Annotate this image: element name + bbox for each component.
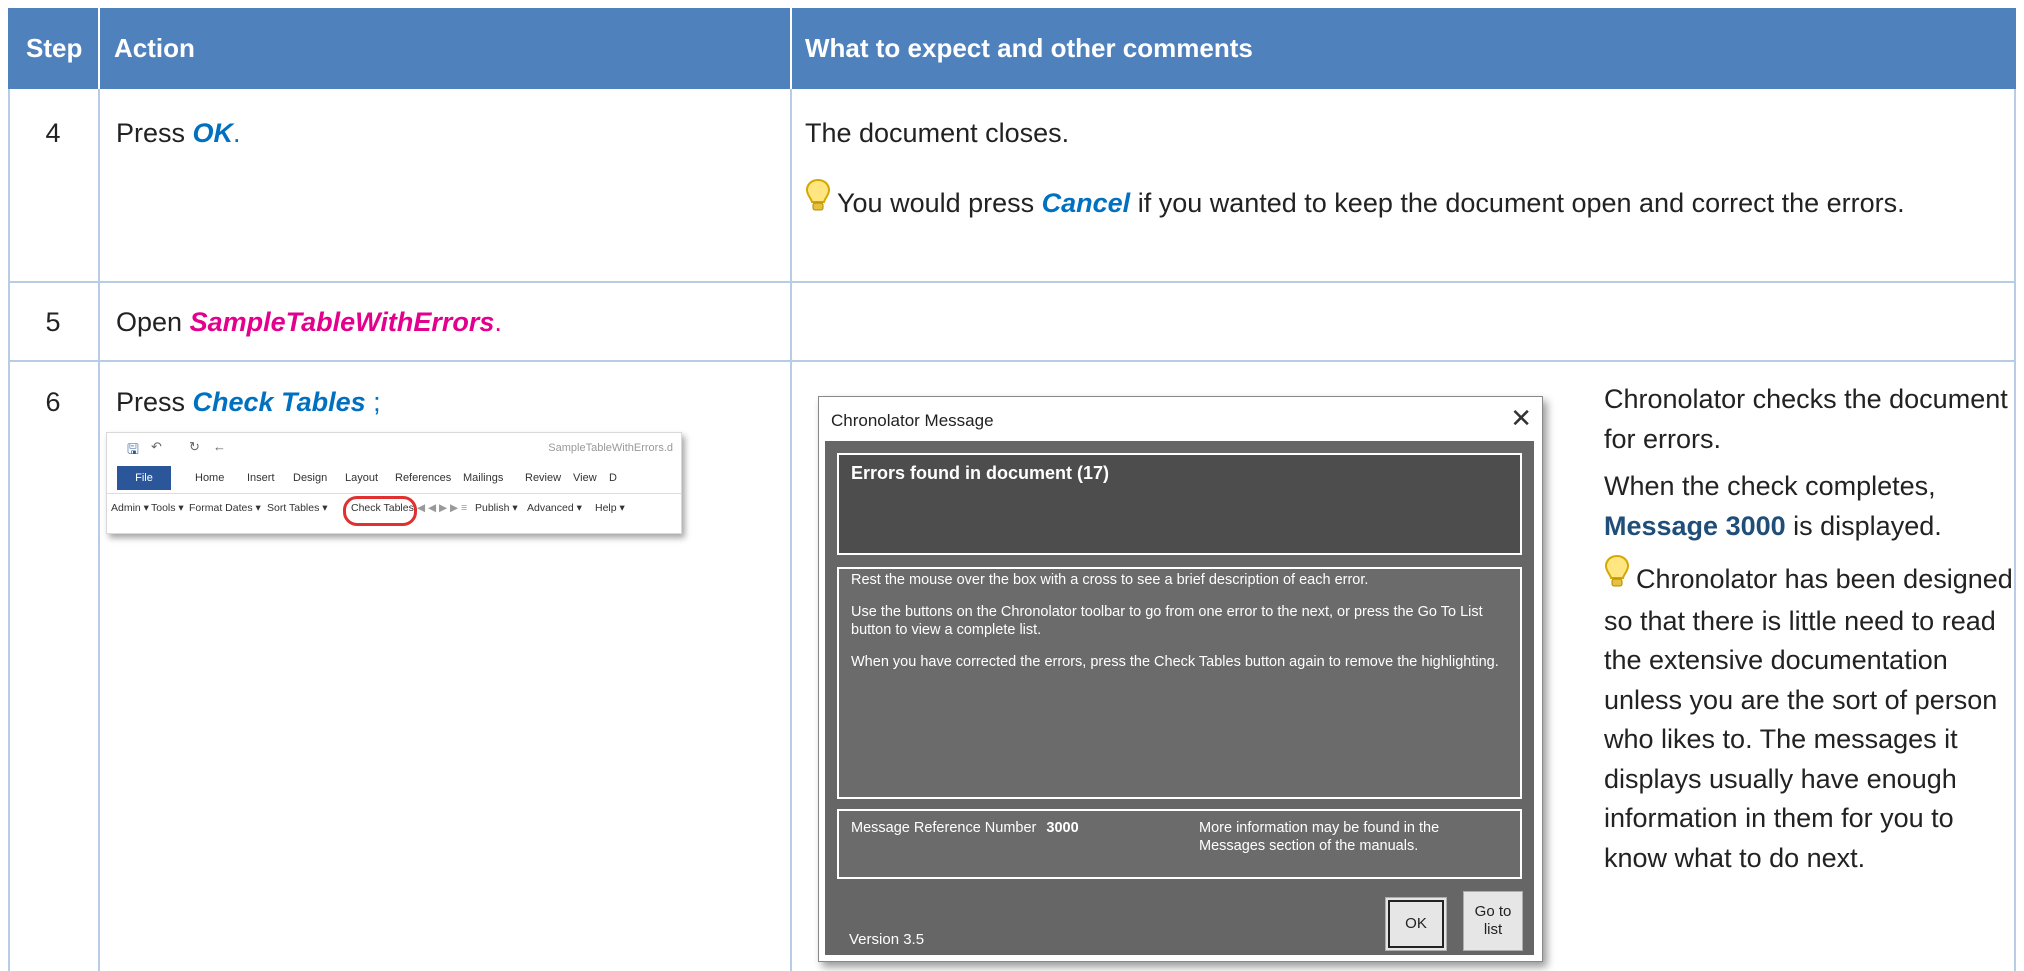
toolbar-help: Help ▾ bbox=[595, 502, 625, 514]
action-text: Press OK. bbox=[116, 118, 241, 148]
ok-button[interactable]: OK bbox=[1385, 897, 1447, 951]
message-paragraph: Use the buttons on the Chronolator toolb… bbox=[851, 604, 1483, 638]
step-number: 6 bbox=[45, 387, 61, 417]
tab-design: Design bbox=[293, 472, 328, 484]
error-heading: Errors found in document (17) bbox=[851, 463, 1110, 483]
highlight-circle bbox=[343, 496, 417, 526]
side-paragraph: Chronolator checks the document for erro… bbox=[1604, 384, 2008, 454]
tab-view: View bbox=[573, 472, 597, 484]
message-3000-emphasis: Message 3000 bbox=[1604, 510, 1786, 541]
redo-icon: ↻ bbox=[189, 439, 200, 454]
side-comment: Chronolator checks the document for erro… bbox=[1604, 380, 2014, 886]
column-divider bbox=[98, 89, 100, 971]
action-text: Press Check Tables ; bbox=[116, 387, 381, 417]
dialog-body: Errors found in document (17) Rest the m… bbox=[825, 441, 1534, 955]
row-divider bbox=[8, 360, 2016, 362]
toolbar-publish: Publish ▾ bbox=[475, 502, 518, 514]
side-paragraph: When the check completes, Message 3000 i… bbox=[1604, 471, 1942, 541]
cancel-emphasis: Cancel bbox=[1041, 188, 1131, 218]
column-divider bbox=[790, 89, 792, 971]
side-tip: Chronolator has been designed so that th… bbox=[1604, 554, 2014, 878]
reference-label: Message Reference Number 3000 bbox=[851, 820, 1079, 836]
tab-layout: Layout bbox=[345, 472, 379, 484]
toolbar-format-dates: Format Dates ▾ bbox=[189, 502, 261, 514]
tab-review: Review bbox=[525, 472, 562, 484]
tab-d: D bbox=[609, 472, 617, 484]
tab-references: References bbox=[395, 472, 452, 484]
tab-file: File bbox=[117, 466, 171, 490]
quick-access-bar: 🖫 ↶ ↻ ← SampleTableWithErrors.d bbox=[107, 433, 681, 463]
toolbar-advanced: Advanced ▾ bbox=[527, 502, 582, 514]
table-header: Step Action What to expect and other com… bbox=[8, 8, 2016, 89]
action-text: Open SampleTableWithErrors. bbox=[116, 307, 502, 337]
column-divider bbox=[2014, 89, 2016, 971]
message-paragraph: When you have corrected the errors, pres… bbox=[851, 654, 1499, 670]
ribbon-screenshot: 🖫 ↶ ↻ ← SampleTableWithErrors.d File Hom… bbox=[106, 432, 682, 534]
reference-box: Message Reference Number 3000 More inform… bbox=[837, 809, 1522, 879]
lightbulb-icon bbox=[1604, 554, 1630, 602]
close-icon[interactable]: ✕ bbox=[1510, 403, 1532, 434]
comment-text: The document closes. bbox=[805, 118, 1070, 148]
lightbulb-icon bbox=[805, 178, 831, 224]
toolbar-tools: Tools ▾ bbox=[151, 502, 184, 514]
chronolator-message-dialog: Chronolator Message ✕ Errors found in do… bbox=[818, 396, 1543, 962]
navigation-arrows-icon: ◀ ◀ ▶ ▶ ≡ bbox=[417, 502, 468, 514]
toolbar-admin: Admin ▾ bbox=[111, 502, 149, 514]
error-heading-box: Errors found in document (17) bbox=[837, 453, 1522, 555]
tab-mailings: Mailings bbox=[463, 472, 504, 484]
ribbon-tabs: File Home Insert Design Layout Reference… bbox=[107, 466, 681, 490]
toolbar-sort-tables: Sort Tables ▾ bbox=[267, 502, 328, 514]
header-divider bbox=[790, 8, 792, 89]
filename-emphasis: SampleTableWithErrors bbox=[189, 307, 495, 337]
dialog-title: Chronolator Message bbox=[831, 411, 994, 430]
header-action: Action bbox=[114, 33, 195, 63]
message-box: Rest the mouse over the box with a cross… bbox=[837, 567, 1522, 799]
tip-text: You would press Cancel if you wanted to … bbox=[805, 178, 1985, 224]
step-number: 5 bbox=[45, 307, 61, 337]
tab-insert: Insert bbox=[247, 472, 275, 484]
reference-number: 3000 bbox=[1046, 820, 1079, 836]
version-label: Version 3.5 bbox=[849, 931, 925, 948]
header-step: Step bbox=[26, 33, 83, 63]
header-comments: What to expect and other comments bbox=[805, 33, 1253, 63]
go-to-list-button[interactable]: Go to list bbox=[1463, 891, 1523, 951]
check-tables-emphasis: Check Tables bbox=[192, 387, 366, 417]
row-divider bbox=[8, 281, 2016, 283]
message-paragraph: Rest the mouse over the box with a cross… bbox=[851, 572, 1369, 588]
document-title: SampleTableWithErrors.d bbox=[548, 442, 673, 454]
column-divider bbox=[8, 89, 10, 971]
undo-icon: ↶ bbox=[151, 439, 162, 454]
step-number: 4 bbox=[45, 118, 61, 148]
save-icon: 🖫 bbox=[127, 441, 139, 457]
header-divider bbox=[98, 8, 100, 89]
back-icon: ← bbox=[213, 439, 226, 454]
more-info-text: More information may be found in the Mes… bbox=[1199, 820, 1440, 854]
ok-emphasis: OK bbox=[192, 118, 234, 148]
tab-home: Home bbox=[195, 472, 225, 484]
